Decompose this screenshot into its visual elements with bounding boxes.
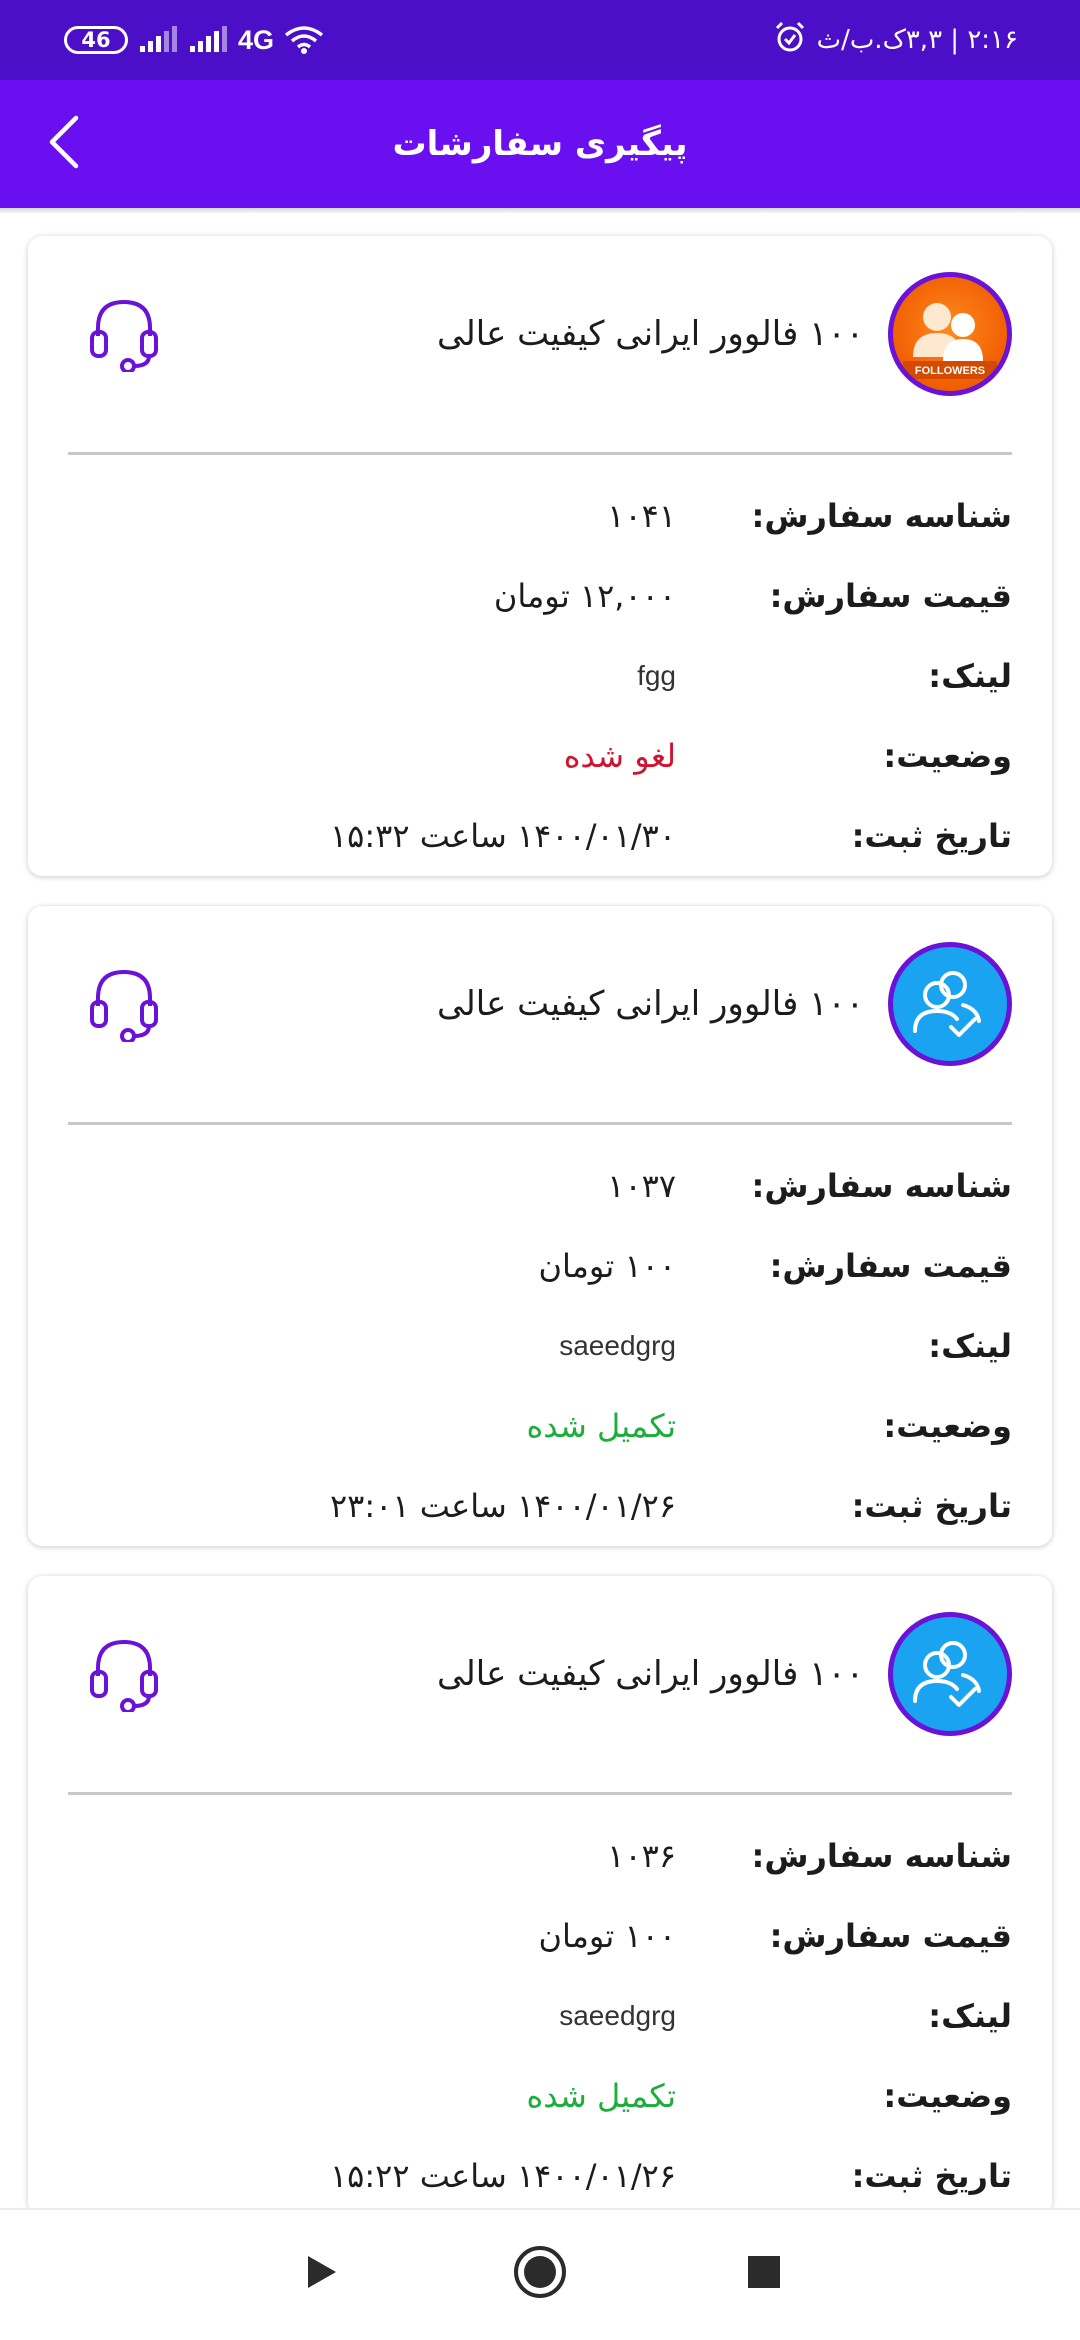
- home-nav-button[interactable]: [500, 2234, 580, 2314]
- price-label: قیمت سفارش:: [769, 577, 1012, 615]
- users-check-icon: [888, 1612, 1012, 1736]
- order-id-row: شناسه سفارش: ۱۰۴۱: [28, 476, 1052, 556]
- date-value: ۱۴۰۰/۰۱/۲۶ ساعت ۱۵:۲۲: [329, 2157, 676, 2195]
- order-id-value: ۱۰۳۷: [607, 1167, 676, 1205]
- app-bar: پیگیری سفارشات: [0, 80, 1080, 208]
- status-badge: لغو شده: [563, 737, 676, 775]
- order-id-value: ۱۰۳۶: [607, 1837, 676, 1875]
- link-label: لینک:: [928, 1997, 1012, 2035]
- link-row: لینک: saeedgrg: [28, 1306, 1052, 1386]
- status-icons: 46 4G: [64, 0, 324, 80]
- back-nav-button[interactable]: [280, 2234, 360, 2314]
- date-label: تاریخ ثبت:: [851, 2157, 1012, 2195]
- headset-icon[interactable]: [84, 292, 164, 374]
- followers-badge-icon: FOLLOWERS: [888, 272, 1012, 396]
- order-card-header: ۱۰۰ فالوور ایرانی کیفیت عالی: [28, 1576, 1052, 1766]
- link-label: لینک:: [928, 657, 1012, 695]
- order-id-row: شناسه سفارش: ۱۰۳۶: [28, 1816, 1052, 1896]
- link-value: fgg: [637, 660, 676, 691]
- time-date-text: ۲:۱۶ | ۳,۳ک.ب/ث: [816, 25, 1018, 55]
- link-row: لینک: fgg: [28, 636, 1052, 716]
- date-row: تاریخ ثبت: ۱۴۰۰/۰۱/۳۰ ساعت ۱۵:۳۲: [28, 796, 1052, 876]
- headset-icon[interactable]: [84, 962, 164, 1044]
- date-value: ۱۴۰۰/۰۱/۳۰ ساعت ۱۵:۳۲: [329, 817, 676, 855]
- status-label: وضعیت:: [883, 2077, 1012, 2115]
- recents-nav-button[interactable]: [724, 2234, 804, 2314]
- order-details: شناسه سفارش: ۱۰۳۶ قیمت سفارش: ۱۰۰ تومان …: [28, 1816, 1052, 2208]
- status-label: وضعیت:: [883, 737, 1012, 775]
- order-card-header: FOLLOWERS ۱۰۰ فالوور ایرانی کیفیت عالی: [28, 236, 1052, 426]
- users-check-icon: [888, 942, 1012, 1066]
- battery-indicator: 46: [64, 26, 128, 54]
- signal-strength-icon: [188, 26, 228, 54]
- price-value: ۱۰۰ تومان: [538, 1247, 676, 1285]
- alarm-icon: [773, 20, 807, 61]
- link-value: saeedgrg: [559, 2000, 676, 2031]
- wifi-icon: [284, 25, 324, 55]
- signal-strength-icon: [138, 26, 178, 54]
- home-circle-icon: [512, 2244, 568, 2304]
- status-bar: 46 4G ۲:۱۶ | ۳,۳ک.ب/ث: [0, 0, 1080, 80]
- date-value: ۱۴۰۰/۰۱/۲۶ ساعت ۲۳:۰۱: [329, 1487, 676, 1525]
- play-triangle-icon: [300, 2252, 340, 2296]
- order-details: شناسه سفارش: ۱۰۴۱ قیمت سفارش: ۱۲,۰۰۰ توم…: [28, 476, 1052, 876]
- price-label: قیمت سفارش:: [769, 1247, 1012, 1285]
- date-row: تاریخ ثبت: ۱۴۰۰/۰۱/۲۶ ساعت ۲۳:۰۱: [28, 1466, 1052, 1546]
- recents-square-icon: [744, 2252, 784, 2296]
- network-type: 4G: [238, 24, 275, 55]
- order-id-label: شناسه سفارش:: [751, 1167, 1012, 1205]
- order-id-value: ۱۰۴۱: [607, 497, 676, 535]
- status-row: وضعیت: تکمیل شده: [28, 2056, 1052, 2136]
- link-label: لینک:: [928, 1327, 1012, 1365]
- link-value: saeedgrg: [559, 1330, 676, 1361]
- price-row: قیمت سفارش: ۱۰۰ تومان: [28, 1896, 1052, 1976]
- status-row: وضعیت: لغو شده: [28, 716, 1052, 796]
- order-id-label: شناسه سفارش:: [751, 1837, 1012, 1875]
- price-label: قیمت سفارش:: [769, 1917, 1012, 1955]
- status-clock: ۲:۱۶ | ۳,۳ک.ب/ث: [773, 0, 1018, 80]
- link-row: لینک: saeedgrg: [28, 1976, 1052, 2056]
- price-value: ۱۲,۰۰۰ تومان: [493, 577, 676, 615]
- price-value: ۱۰۰ تومان: [538, 1917, 676, 1955]
- page-title: پیگیری سفارشات: [392, 124, 688, 164]
- order-card[interactable]: ۱۰۰ فالوور ایرانی کیفیت عالی شناسه سفارش…: [28, 906, 1052, 1546]
- system-nav-bar: [0, 2208, 1080, 2340]
- service-title: ۱۰۰ فالوور ایرانی کیفیت عالی: [437, 984, 864, 1024]
- date-row: تاریخ ثبت: ۱۴۰۰/۰۱/۲۶ ساعت ۱۵:۲۲: [28, 2136, 1052, 2208]
- order-id-label: شناسه سفارش:: [751, 497, 1012, 535]
- date-label: تاریخ ثبت:: [851, 817, 1012, 855]
- status-badge: تکمیل شده: [526, 2077, 676, 2115]
- price-row: قیمت سفارش: ۱۰۰ تومان: [28, 1226, 1052, 1306]
- order-card[interactable]: ۱۰۰ فالوور ایرانی کیفیت عالی شناسه سفارش…: [28, 1576, 1052, 2208]
- divider: [68, 1792, 1012, 1795]
- orders-list[interactable]: FOLLOWERS ۱۰۰ فالوور ایرانی کیفیت عالی ش…: [0, 208, 1080, 2208]
- order-details: شناسه سفارش: ۱۰۳۷ قیمت سفارش: ۱۰۰ تومان …: [28, 1146, 1052, 1546]
- price-row: قیمت سفارش: ۱۲,۰۰۰ تومان: [28, 556, 1052, 636]
- status-label: وضعیت:: [883, 1407, 1012, 1445]
- order-card-header: ۱۰۰ فالوور ایرانی کیفیت عالی: [28, 906, 1052, 1096]
- service-title: ۱۰۰ فالوور ایرانی کیفیت عالی: [437, 1654, 864, 1694]
- order-card[interactable]: FOLLOWERS ۱۰۰ فالوور ایرانی کیفیت عالی ش…: [28, 236, 1052, 876]
- status-badge: تکمیل شده: [526, 1407, 676, 1445]
- divider: [68, 452, 1012, 455]
- status-row: وضعیت: تکمیل شده: [28, 1386, 1052, 1466]
- headset-icon[interactable]: [84, 1632, 164, 1714]
- order-id-row: شناسه سفارش: ۱۰۳۷: [28, 1146, 1052, 1226]
- divider: [68, 1122, 1012, 1125]
- badge-text: FOLLOWERS: [915, 365, 985, 377]
- service-title: ۱۰۰ فالوور ایرانی کیفیت عالی: [437, 314, 864, 354]
- date-label: تاریخ ثبت:: [851, 1487, 1012, 1525]
